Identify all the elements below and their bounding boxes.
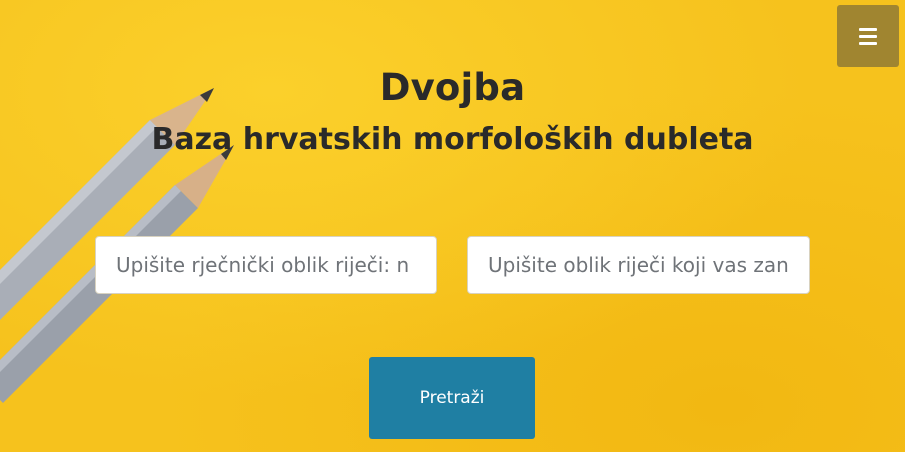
word-form-search-input[interactable] bbox=[467, 236, 810, 294]
page-subtitle: Baza hrvatskih morfoloških dubleta bbox=[151, 122, 754, 157]
menu-button[interactable] bbox=[837, 5, 899, 67]
hamburger-menu-icon bbox=[859, 27, 877, 45]
lemma-search-input[interactable] bbox=[95, 236, 437, 294]
search-button[interactable]: Pretraži bbox=[369, 357, 535, 439]
page-title: Dvojba bbox=[379, 66, 526, 109]
